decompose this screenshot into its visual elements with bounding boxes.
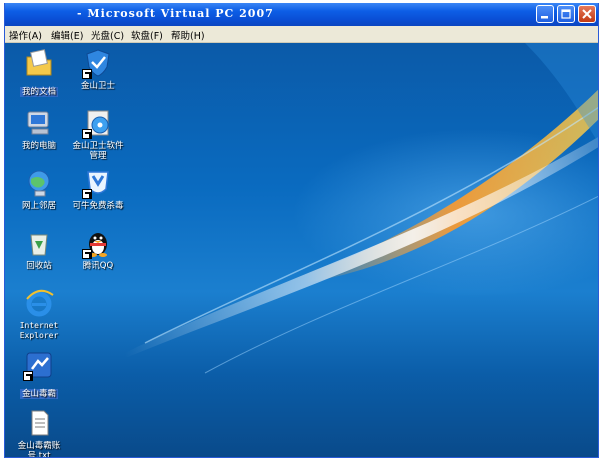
desktop-icon-my-documents[interactable]: 我的文档 xyxy=(7,47,71,98)
window-title: - Microsoft Virtual PC 2007 xyxy=(77,7,274,20)
kingsoft-guard-icon xyxy=(82,47,114,79)
ie-icon xyxy=(23,287,55,319)
menu-cd[interactable]: 光盘(C) xyxy=(91,28,124,42)
menu-edit[interactable]: 编辑(E) xyxy=(51,28,83,42)
desktop-icon-keniu-antivirus[interactable]: 可牛免费杀毒 xyxy=(66,167,130,211)
menu-floppy[interactable]: 软盘(F) xyxy=(131,28,163,42)
desktop[interactable]: 我的文档 我的电脑 网上邻居 回收站 Internet Explorer 金山毒… xyxy=(5,43,598,457)
title-bar[interactable]: - Microsoft Virtual PC 2007 xyxy=(5,3,598,26)
close-button[interactable] xyxy=(578,5,596,23)
shortcut-arrow-icon xyxy=(82,69,92,79)
recycle-bin-icon xyxy=(23,227,55,259)
text-file-icon xyxy=(23,407,55,439)
menu-bar: 操作(A) 编辑(E) 光盘(C) 软盘(F) 帮助(H) xyxy=(5,26,598,43)
desktop-icon-recycle-bin[interactable]: 回收站 xyxy=(7,227,71,271)
desktop-icon-kingsoft-antivirus[interactable]: 金山毒霸 xyxy=(7,349,71,400)
my-computer-icon xyxy=(23,107,55,139)
keniu-antivirus-icon xyxy=(82,167,114,199)
desktop-icon-software-manager[interactable]: 金山卫士软件 管理 xyxy=(66,107,130,161)
virtual-pc-window: - Microsoft Virtual PC 2007 操作(A) 编辑(E) … xyxy=(4,3,599,458)
desktop-icon-tencent-qq[interactable]: 腾讯QQ xyxy=(66,227,130,271)
kingsoft-antivirus-icon xyxy=(23,349,55,381)
desktop-icon-text-file[interactable]: 金山毒霸账 号.txt xyxy=(7,407,71,457)
shortcut-arrow-icon xyxy=(82,249,92,259)
desktop-icon-network-places[interactable]: 网上邻居 xyxy=(7,167,71,211)
minimize-button[interactable] xyxy=(536,5,554,23)
desktop-icon-internet-explorer[interactable]: Internet Explorer xyxy=(7,287,71,341)
network-places-icon xyxy=(23,167,55,199)
menu-action[interactable]: 操作(A) xyxy=(9,28,42,42)
shortcut-arrow-icon xyxy=(82,129,92,139)
maximize-button[interactable] xyxy=(557,5,575,23)
shortcut-arrow-icon xyxy=(23,371,33,381)
shortcut-arrow-icon xyxy=(82,189,92,199)
my-documents-icon xyxy=(23,47,55,79)
qq-penguin-icon xyxy=(82,227,114,259)
desktop-icon-kingsoft-guard[interactable]: 金山卫士 xyxy=(66,47,130,91)
desktop-icon-my-computer[interactable]: 我的电脑 xyxy=(7,107,71,151)
menu-help[interactable]: 帮助(H) xyxy=(171,28,205,42)
software-manager-icon xyxy=(82,107,114,139)
